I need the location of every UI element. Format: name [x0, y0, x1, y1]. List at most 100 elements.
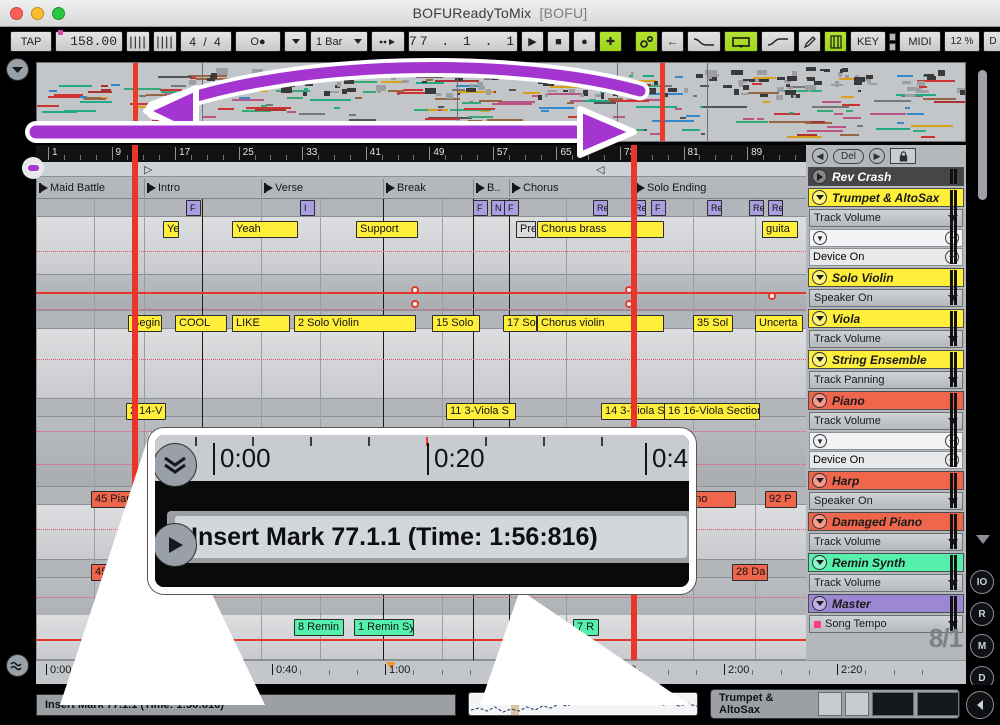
bar-ruler[interactable]: 1 9 17 25 33 41 49 57 65 73 81 89: [36, 145, 806, 162]
track-viola[interactable]: Viola Track Volume: [808, 309, 964, 348]
annotation-handle[interactable]: [22, 157, 44, 179]
io-button[interactable]: IO: [970, 570, 994, 594]
device-pad-2[interactable]: [844, 692, 870, 716]
track-solo-violin[interactable]: Solo Violin Speaker On: [808, 268, 964, 307]
locator-marker[interactable]: Chorus: [509, 179, 633, 197]
track-rev-crash[interactable]: Rev Crash: [808, 167, 964, 186]
mixer-button[interactable]: M: [970, 634, 994, 658]
chevron-down-icon[interactable]: [812, 596, 827, 611]
midi-marker-clip[interactable]: F: [186, 200, 201, 216]
track-header[interactable]: Damaged Piano: [808, 512, 964, 531]
add-button[interactable]: ✚: [599, 31, 622, 52]
selected-track-strip[interactable]: Trumpet & AltoSax: [710, 689, 960, 719]
audio-clip[interactable]: Ye: [163, 221, 179, 238]
automation-breakpoint[interactable]: [768, 292, 776, 300]
chevron-down-icon[interactable]: [812, 473, 827, 488]
chevron-down-icon[interactable]: [812, 270, 827, 285]
delete-device-button[interactable]: Del: [833, 148, 865, 164]
midi-marker-clip[interactable]: F: [651, 200, 666, 216]
automation-parameter-select[interactable]: Track Volume: [809, 330, 963, 348]
punch-in-button[interactable]: [371, 31, 405, 52]
track-header[interactable]: Piano: [808, 391, 964, 410]
locator-marker[interactable]: Intro: [144, 179, 261, 197]
chevron-down-icon[interactable]: [812, 555, 827, 570]
tap-tempo-button[interactable]: TAP: [10, 31, 52, 52]
lock-envelopes-button[interactable]: [890, 148, 917, 164]
midi-marker-clip[interactable]: F: [504, 200, 519, 216]
chevron-down-icon[interactable]: ▼: [813, 231, 827, 245]
time-ruler[interactable]: 8/1 0:00 0:20 0:40 1:00 1:20 1:40 2:00 2:20: [36, 623, 966, 684]
arrangement-overview[interactable]: [36, 62, 966, 142]
audio-clip[interactable]: Support: [356, 221, 418, 238]
automation-parameter-select[interactable]: Track Volume: [809, 533, 963, 551]
audio-clip[interactable]: guita: [762, 221, 798, 238]
automation-parameter-select[interactable]: Track Panning: [809, 371, 963, 389]
curve-down-button[interactable]: [687, 31, 721, 52]
midi-map-button[interactable]: MIDI: [899, 31, 941, 52]
midi-marker-clip[interactable]: F: [473, 200, 488, 216]
chevron-down-icon[interactable]: [812, 393, 827, 408]
track-lane[interactable]: [36, 217, 806, 275]
quantization-select[interactable]: 1 Bar: [310, 31, 368, 52]
chevron-down-icon[interactable]: [812, 311, 827, 326]
track-header[interactable]: String Ensemble: [808, 350, 964, 369]
track-trumpet-altosax[interactable]: Trumpet & AltoSaxTrack Volume▼+Device On…: [808, 188, 964, 266]
automation-envelope[interactable]: [36, 292, 806, 294]
audio-clip[interactable]: COOL: [175, 315, 227, 332]
back-button[interactable]: ←: [661, 31, 684, 52]
time-signature-field[interactable]: 4 / 4: [180, 31, 232, 52]
audio-clip[interactable]: 1 Remin Sy: [354, 619, 414, 636]
track-header[interactable]: Harp: [808, 471, 964, 490]
vertical-scrollbar[interactable]: [978, 70, 987, 200]
record-button[interactable]: ●: [573, 31, 596, 52]
next-device-button[interactable]: ▶: [869, 148, 886, 164]
locator-marker[interactable]: Break: [383, 179, 473, 197]
audio-clip[interactable]: 45 Pia: [91, 564, 131, 581]
waveform-preview[interactable]: [468, 692, 698, 716]
audio-clip[interactable]: 17 Sol: [503, 315, 537, 332]
chevron-down-icon[interactable]: [812, 352, 827, 367]
prev-page-button[interactable]: [966, 691, 994, 719]
play-button[interactable]: ▶: [521, 31, 544, 52]
audio-clip[interactable]: 16 16-Viola Section: [664, 403, 760, 420]
device-pad-1[interactable]: [817, 692, 842, 716]
chevron-down-icon[interactable]: ▼: [813, 434, 827, 448]
midi-marker-clip[interactable]: I: [300, 200, 315, 216]
audio-clip[interactable]: 15 Solo: [432, 315, 480, 332]
locator-marker[interactable]: Solo Ending: [633, 179, 806, 197]
audio-clip[interactable]: 92 P: [765, 491, 797, 508]
midi-marker-clip[interactable]: Re: [593, 200, 608, 216]
audio-clip[interactable]: 35 Sol: [693, 315, 733, 332]
track-harp[interactable]: Harp Speaker On: [808, 471, 964, 510]
device-on-row[interactable]: Device On−: [809, 451, 963, 469]
track-remin-synth[interactable]: Remin Synth Track Volume: [808, 553, 964, 592]
track-damaged-piano[interactable]: Damaged Piano Track Volume: [808, 512, 964, 551]
track-string-ensemble[interactable]: String Ensemble Track Panning: [808, 350, 964, 389]
automation-parameter-select[interactable]: Track Volume: [809, 574, 963, 592]
track-lane[interactable]: [36, 199, 806, 217]
collapse-tracks-icon[interactable]: [975, 532, 991, 550]
audio-clip[interactable]: LIKE: [232, 315, 290, 332]
locator-marker[interactable]: Verse: [261, 179, 383, 197]
audio-clip[interactable]: Pre: [516, 221, 536, 238]
prev-device-button[interactable]: ◀: [812, 148, 828, 164]
audio-clip[interactable]: Chorus violin: [537, 315, 664, 332]
device-chain-row[interactable]: ▼+: [809, 432, 963, 450]
pencil-button[interactable]: [798, 31, 821, 52]
draw-mode-button[interactable]: [824, 31, 847, 52]
waveform-view-button[interactable]: [6, 654, 29, 677]
audio-clip[interactable]: Uncerta: [755, 315, 803, 332]
audio-clip[interactable]: 11 3-Viola S: [446, 403, 516, 420]
automation-envelope-master[interactable]: [36, 639, 806, 641]
locator-bar[interactable]: Maid Battle Intro Verse Break B.. Chorus Solo …: [36, 177, 806, 199]
automation-breakpoint[interactable]: [411, 300, 419, 308]
stop-button[interactable]: ■: [547, 31, 570, 52]
curve-up-button[interactable]: [761, 31, 795, 52]
track-list[interactable]: Rev Crash Trumpet & AltoSax Track Volume ▼+…: [806, 167, 966, 633]
audio-clip[interactable]: Chorus brass: [537, 221, 664, 238]
automation-parameter-select[interactable]: Track Volume: [809, 412, 963, 430]
chevron-down-icon[interactable]: [812, 190, 827, 205]
metronome-button[interactable]: ||||: [126, 31, 150, 52]
audio-clip[interactable]: 45 Piano: [91, 619, 161, 636]
track-header[interactable]: Viola: [808, 309, 964, 328]
